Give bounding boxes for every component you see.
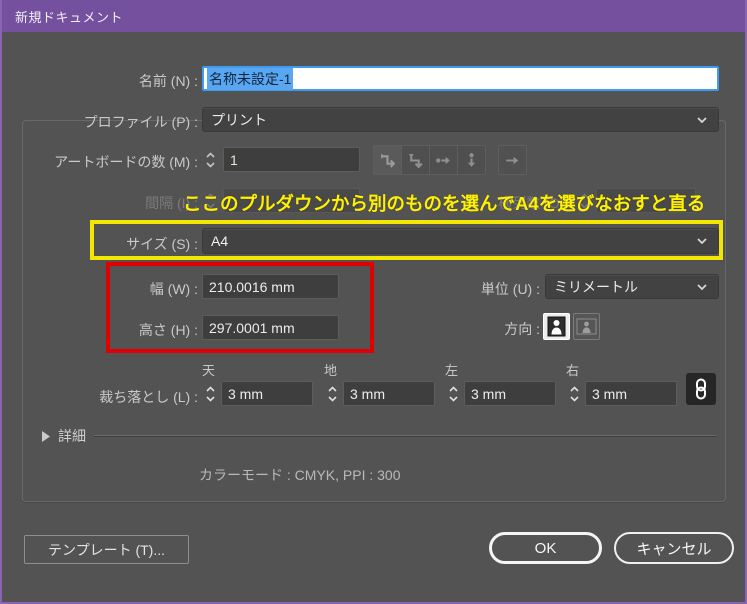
profile-label: プロファイル (P) :: [83, 114, 198, 130]
settings-groupbox: [22, 120, 726, 502]
bleed-left-header: 左: [445, 363, 459, 378]
details-label: 詳細: [58, 428, 86, 444]
flow-direction-button[interactable]: [498, 145, 527, 175]
selected-text: 名称未設定-1: [207, 67, 294, 90]
bleed-right-value: 3 mm: [592, 385, 627, 402]
artboards-input[interactable]: 1: [223, 147, 360, 172]
profile-select[interactable]: プリント: [202, 107, 719, 132]
annotation-text: ここのプルダウンから別のものを選んでA4を選びなおすと直る: [183, 193, 706, 214]
landscape-icon: [576, 318, 597, 335]
bleed-top-value: 3 mm: [228, 385, 263, 402]
chevron-down-icon: [696, 283, 708, 291]
unit-select[interactable]: ミリメートル: [545, 274, 719, 299]
width-value: 210.0016 mm: [209, 278, 295, 295]
artboards-label: アートボードの数 (M) :: [54, 154, 198, 170]
bleed-bottom-value: 3 mm: [350, 385, 385, 402]
bleed-top-header: 天: [202, 363, 216, 378]
artboards-stepper[interactable]: [202, 147, 218, 172]
size-select[interactable]: A4: [202, 228, 719, 254]
bleed-bottom-header: 地: [324, 363, 338, 378]
bleed-bottom-stepper[interactable]: [324, 381, 340, 406]
height-value: 297.0001 mm: [209, 319, 295, 336]
unit-value: ミリメートル: [554, 278, 638, 295]
bleed-left-value: 3 mm: [471, 385, 506, 402]
spacing-label: 間隔 (I) :: [145, 195, 198, 211]
width-label: 幅 (W) :: [149, 281, 198, 297]
landscape-button[interactable]: [573, 313, 600, 340]
window-title: 新規ドキュメント: [15, 9, 124, 25]
bleed-bottom-input[interactable]: 3 mm: [343, 381, 435, 406]
bleed-left-stepper[interactable]: [445, 381, 461, 406]
artboard-arrangement-group: [373, 145, 486, 175]
grid-by-column-button[interactable]: [401, 145, 430, 175]
profile-value: プリント: [211, 111, 267, 128]
name-label: 名前 (N) :: [138, 73, 198, 89]
template-button[interactable]: テンプレート (T)...: [24, 535, 189, 564]
height-label: 高さ (H) :: [138, 322, 198, 338]
cancel-button[interactable]: キャンセル: [614, 532, 734, 564]
triangle-right-icon: [42, 430, 50, 442]
cancel-button-label: キャンセル: [636, 540, 712, 558]
ok-button[interactable]: OK: [489, 532, 602, 564]
arrange-by-column-button[interactable]: [457, 145, 486, 175]
arrange-by-row-icon: [434, 151, 453, 170]
bleed-label: 裁ち落とし (L) :: [99, 389, 198, 405]
new-document-dialog: 新規ドキュメント 名前 (N) : 名称未設定-1 プロファイル (P) : プ…: [0, 0, 747, 604]
arrange-by-row-button[interactable]: [429, 145, 458, 175]
size-label: サイズ (S) :: [126, 236, 198, 252]
height-input[interactable]: 297.0001 mm: [202, 315, 339, 340]
size-value: A4: [211, 233, 229, 249]
name-input[interactable]: 名称未設定-1: [202, 66, 719, 91]
bleed-right-header: 右: [566, 363, 580, 378]
bleed-top-stepper[interactable]: [202, 381, 218, 406]
unit-label: 単位 (U) :: [480, 281, 540, 297]
orientation-label: 方向 :: [504, 321, 540, 337]
ok-button-label: OK: [534, 539, 557, 557]
flow-direction-icon: [503, 151, 522, 170]
portrait-button[interactable]: [543, 313, 570, 340]
grid-by-column-icon: [406, 151, 425, 170]
template-button-label: テンプレート (T)...: [47, 541, 165, 558]
color-mode-text: カラーモード : CMYK, PPI : 300: [199, 467, 401, 483]
chevron-down-icon: [696, 116, 708, 124]
link-bleed-values-button[interactable]: [686, 373, 716, 405]
bleed-right-stepper[interactable]: [566, 381, 582, 406]
details-expander[interactable]: 詳細: [42, 426, 86, 446]
grid-by-row-button[interactable]: [373, 145, 402, 175]
bleed-right-input[interactable]: 3 mm: [585, 381, 677, 406]
bleed-left-input[interactable]: 3 mm: [464, 381, 556, 406]
chain-link-icon: [694, 378, 708, 400]
portrait-icon: [547, 316, 566, 337]
artboards-value: 1: [230, 151, 238, 168]
details-divider: [94, 435, 716, 436]
grid-by-row-icon: [378, 151, 397, 170]
bleed-top-input[interactable]: 3 mm: [221, 381, 313, 406]
arrange-by-column-icon: [462, 151, 481, 170]
title-bar[interactable]: 新規ドキュメント: [2, 0, 745, 32]
width-input[interactable]: 210.0016 mm: [202, 274, 339, 299]
chevron-down-icon: [696, 237, 708, 245]
